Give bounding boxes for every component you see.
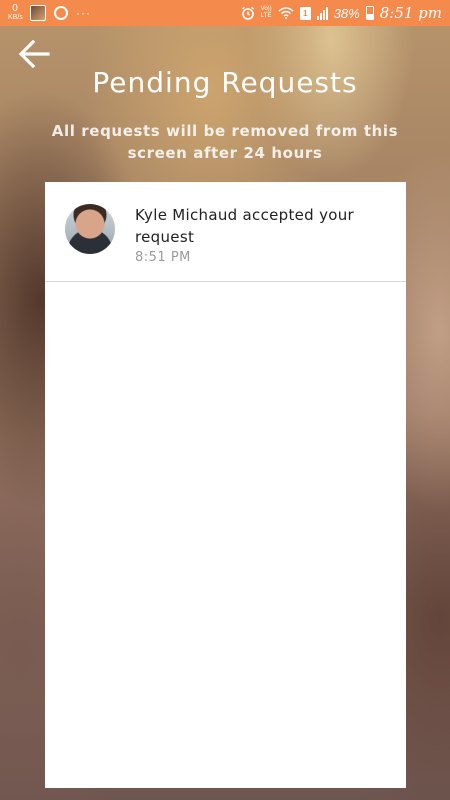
more-notifications-icon: ··· [76,6,91,20]
chat-notification-icon [54,6,68,20]
avatar[interactable] [65,204,115,254]
page-title: Pending Requests [92,66,358,99]
gallery-notification-icon [30,5,46,21]
signal-bar [325,6,328,20]
network-speed: 0 KB/s [8,3,23,22]
request-text: Kyle Michaud accepted your request 8:51 … [135,204,394,265]
signal-bar [322,9,325,20]
page-subtitle: All requests will be removed from this s… [51,122,399,162]
status-bar: 0 KB/s ··· Vo)) LTE 1 38% 8:51 pm [0,0,450,26]
signal-strength-icon [316,6,328,20]
volte-line1: Vo)) [260,6,272,12]
request-item[interactable]: Kyle Michaud accepted your request 8:51 … [45,182,406,282]
request-message: Kyle Michaud accepted your request [135,206,355,246]
wifi-icon [278,7,294,19]
sim-icon: 1 [299,6,311,20]
requests-list: Kyle Michaud accepted your request 8:51 … [45,182,406,788]
arrow-left-icon [18,40,50,68]
battery-percent: 38% [333,5,360,21]
battery-icon [365,6,374,20]
request-time: 8:51 PM [135,250,191,265]
signal-bar [319,12,322,20]
volte-line2: LTE [260,13,272,19]
network-speed-unit: KB/s [8,14,23,21]
network-speed-value: 0 [12,3,18,14]
volte-indicator: Vo)) LTE [261,6,272,20]
signal-bar [316,15,319,20]
clock-time: 8:51 pm [379,4,442,22]
alarm-icon [241,6,255,20]
